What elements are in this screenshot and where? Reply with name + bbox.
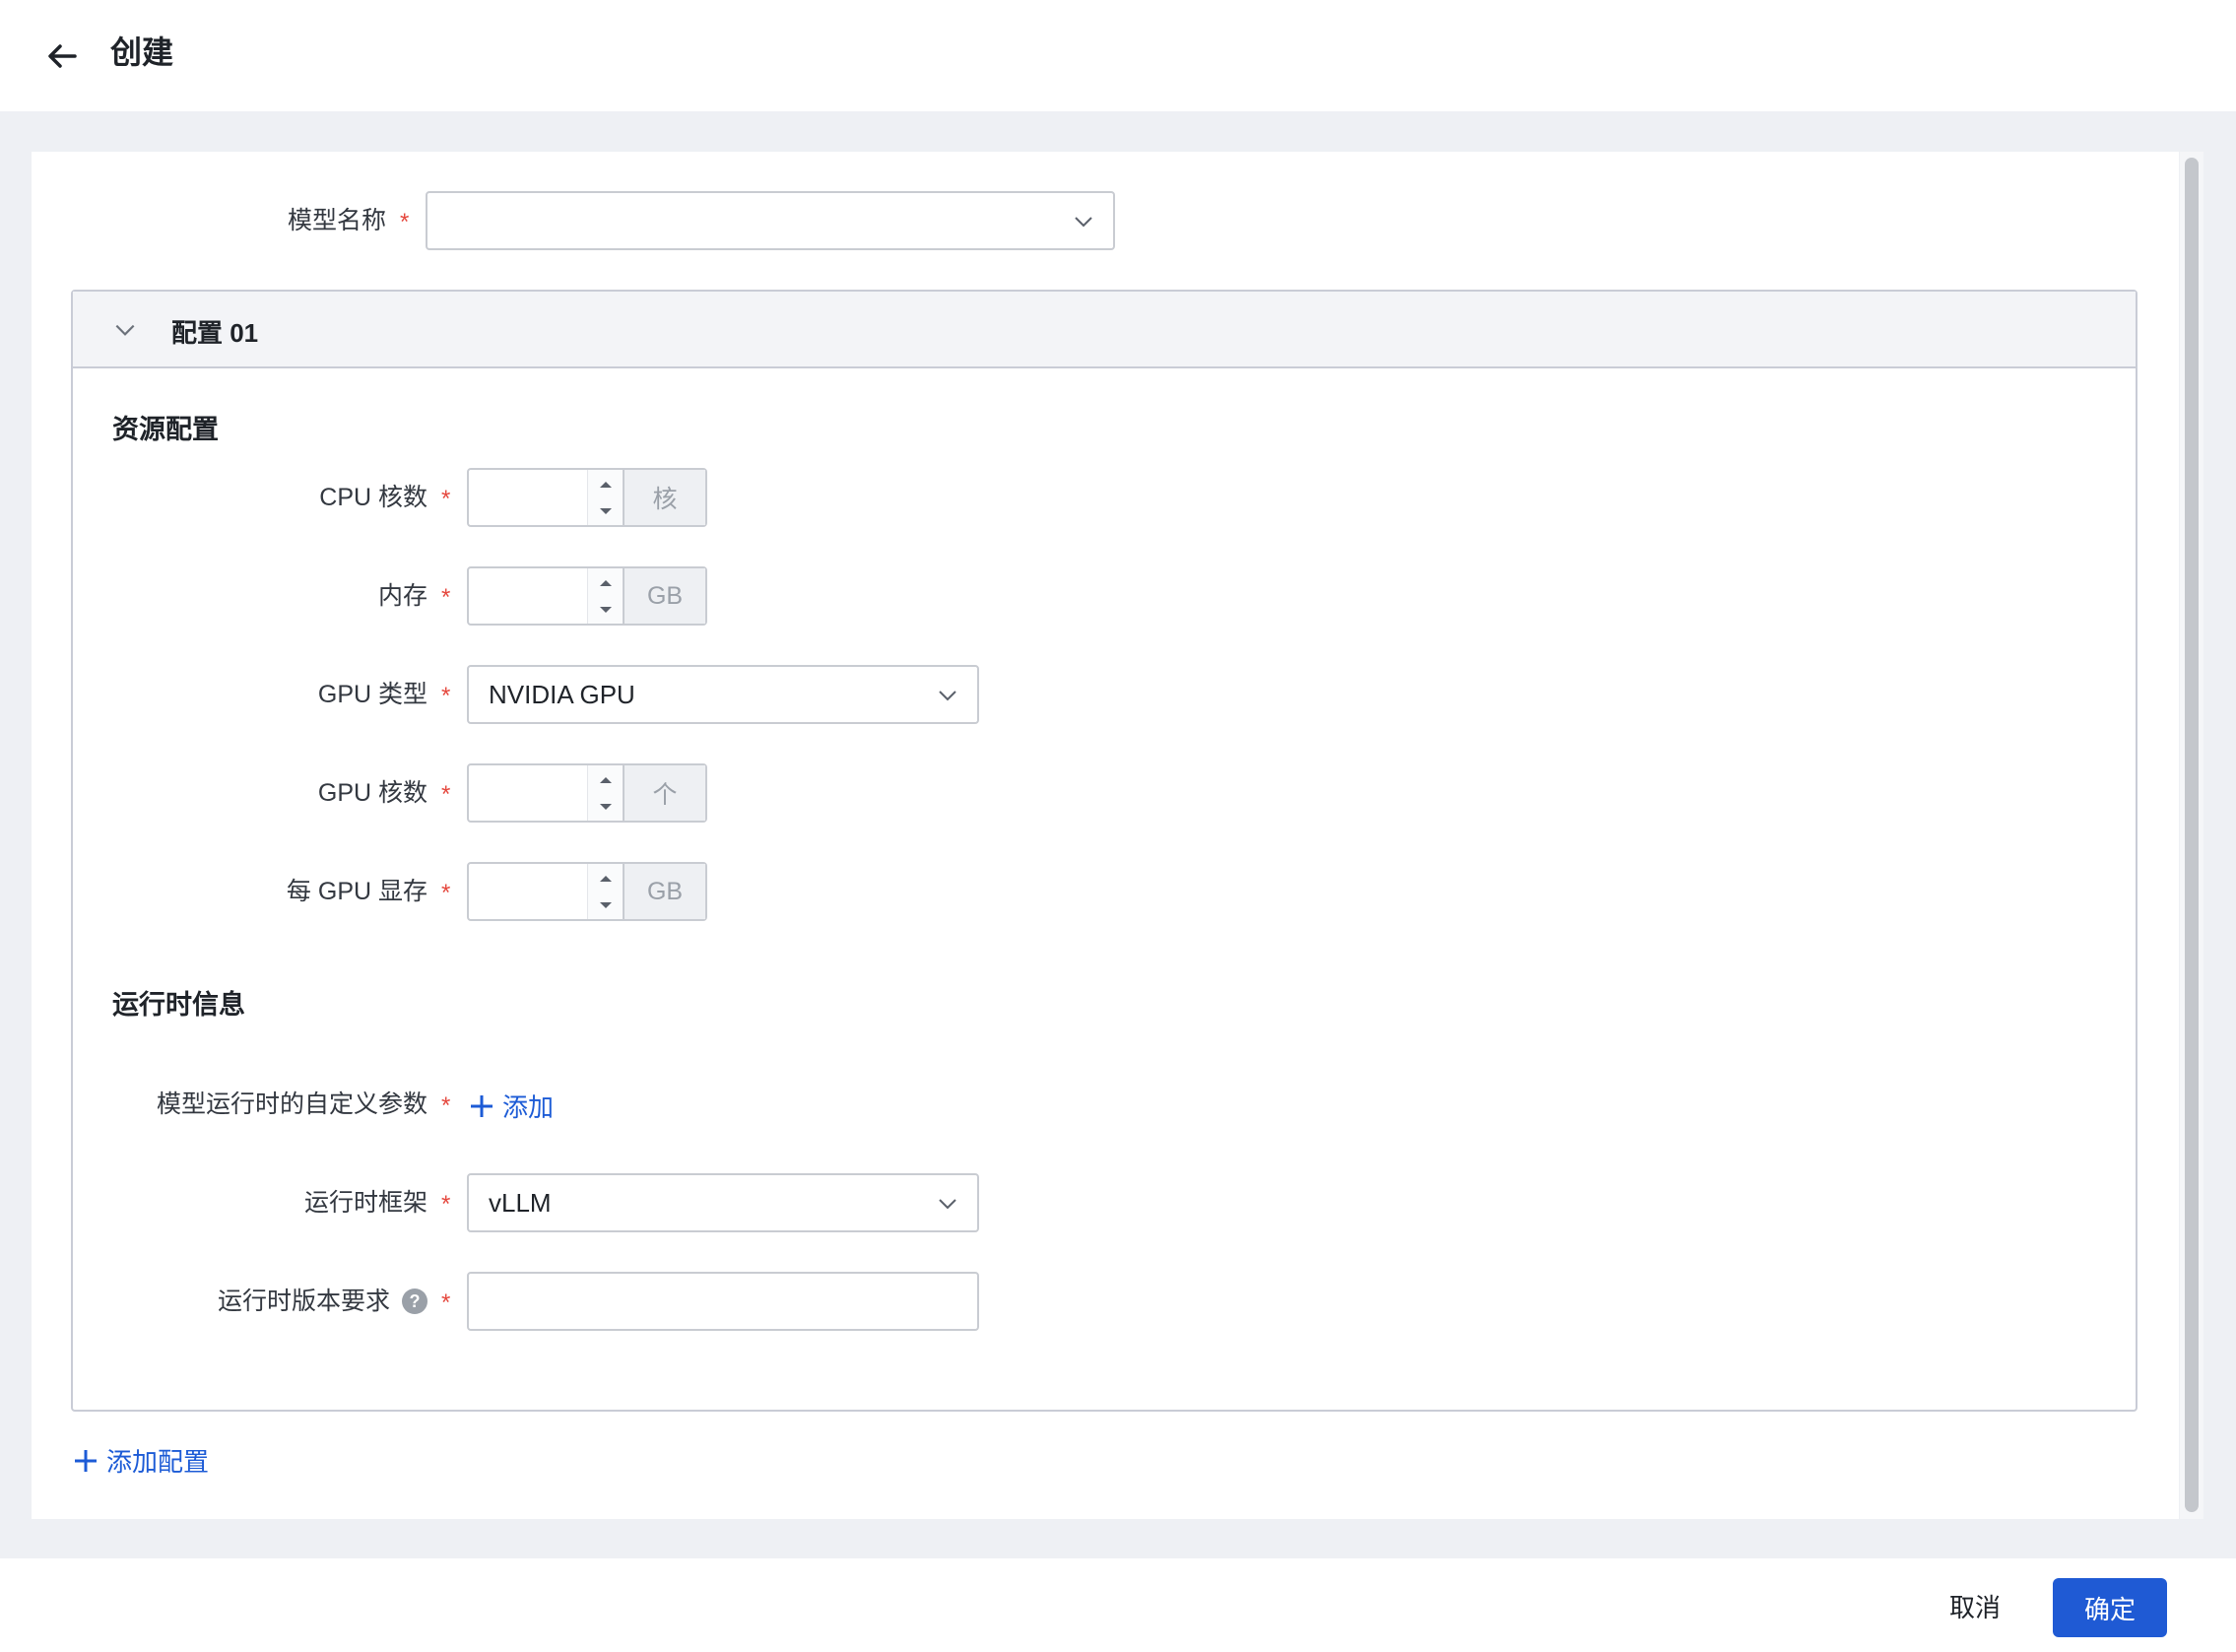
required-mark: * xyxy=(441,1191,451,1218)
runtime-version-input[interactable] xyxy=(467,1272,979,1331)
resource-section-title: 资源配置 xyxy=(112,415,219,444)
add-config-link[interactable]: 添加配置 xyxy=(73,1442,209,1479)
plus-icon xyxy=(75,1449,97,1472)
cpu-stepper-buttons[interactable] xyxy=(587,470,623,525)
gpu-cores-stepper-buttons[interactable] xyxy=(587,765,623,821)
runtime-framework-value: vLLM xyxy=(489,1187,552,1218)
decrement-button[interactable] xyxy=(588,793,623,821)
decrement-button[interactable] xyxy=(588,596,623,624)
add-param-link[interactable]: 添加 xyxy=(469,1088,554,1124)
memory-label: 内存 xyxy=(377,582,427,610)
runtime-section-title: 运行时信息 xyxy=(112,990,245,1020)
config-card: 配置 01 xyxy=(71,290,2137,1412)
caret-down-icon xyxy=(599,803,612,810)
caret-down-icon xyxy=(599,901,612,908)
plus-icon xyxy=(471,1094,493,1117)
cpu-label: CPU 核数 xyxy=(319,484,427,511)
runtime-framework-select[interactable]: vLLM xyxy=(467,1173,979,1232)
required-mark: * xyxy=(441,1289,451,1316)
model-name-label: 模型名称 xyxy=(287,207,386,234)
required-mark: * xyxy=(441,584,451,611)
top-bar: 创建 xyxy=(0,0,2236,111)
confirm-button[interactable]: 确定 xyxy=(2053,1578,2167,1637)
memory-unit: GB xyxy=(623,568,705,624)
add-config-label: 添加配置 xyxy=(106,1447,210,1477)
gpu-cores-unit: 个 xyxy=(623,765,705,821)
caret-up-icon xyxy=(599,579,612,586)
gpu-memory-stepper[interactable]: GB xyxy=(467,862,707,921)
page-title: 创建 xyxy=(110,34,174,70)
decrement-button[interactable] xyxy=(588,497,623,525)
config-title: 配置 01 xyxy=(171,318,259,348)
increment-button[interactable] xyxy=(588,568,623,596)
chevron-down-icon xyxy=(939,691,956,701)
required-mark: * xyxy=(441,683,451,709)
required-mark: * xyxy=(441,1092,451,1119)
gpu-cores-input[interactable] xyxy=(469,765,587,821)
gpu-cores-stepper[interactable]: 个 xyxy=(467,763,707,823)
gpu-type-select[interactable]: NVIDIA GPU xyxy=(467,665,979,724)
caret-up-icon xyxy=(599,776,612,783)
cpu-stepper[interactable]: 核 xyxy=(467,468,707,527)
gpu-memory-label: 每 GPU 显存 xyxy=(286,878,427,905)
chevron-down-icon xyxy=(939,1199,956,1210)
back-button[interactable] xyxy=(39,33,85,79)
memory-stepper[interactable]: GB xyxy=(467,566,707,626)
required-mark: * xyxy=(441,880,451,906)
increment-button[interactable] xyxy=(588,864,623,892)
config-header[interactable]: 配置 01 xyxy=(73,292,2136,368)
caret-down-icon xyxy=(599,606,612,613)
caret-up-icon xyxy=(599,875,612,882)
caret-up-icon xyxy=(599,481,612,488)
memory-input[interactable] xyxy=(469,568,587,624)
cpu-input[interactable] xyxy=(469,470,587,525)
gpu-type-label: GPU 类型 xyxy=(317,681,427,708)
required-mark: * xyxy=(441,486,451,512)
increment-button[interactable] xyxy=(588,470,623,497)
footer-bar xyxy=(0,1558,2236,1652)
runtime-framework-label: 运行时框架 xyxy=(303,1189,427,1217)
gpu-cores-label: GPU 核数 xyxy=(317,779,427,807)
collapse-chevron-icon[interactable] xyxy=(112,317,138,343)
runtime-version-label: 运行时版本要求 xyxy=(217,1288,390,1315)
cancel-button[interactable]: 取消 xyxy=(1931,1576,2019,1635)
scrollbar-thumb[interactable] xyxy=(2185,158,2199,1512)
arrow-left-icon xyxy=(48,44,77,68)
custom-params-label: 模型运行时的自定义参数 xyxy=(156,1090,427,1118)
gpu-type-value: NVIDIA GPU xyxy=(489,679,635,709)
caret-down-icon xyxy=(599,507,612,514)
required-mark: * xyxy=(400,209,410,235)
increment-button[interactable] xyxy=(588,765,623,793)
gpu-memory-stepper-buttons[interactable] xyxy=(587,864,623,919)
memory-stepper-buttons[interactable] xyxy=(587,568,623,624)
gpu-memory-unit: GB xyxy=(623,864,705,919)
chevron-down-icon xyxy=(1075,217,1092,228)
question-icon[interactable]: ? xyxy=(402,1289,427,1314)
add-param-label: 添加 xyxy=(502,1092,555,1122)
decrement-button[interactable] xyxy=(588,892,623,919)
cpu-unit: 核 xyxy=(623,470,705,525)
model-name-select[interactable] xyxy=(426,191,1115,250)
gpu-memory-input[interactable] xyxy=(469,864,587,919)
required-mark: * xyxy=(441,781,451,808)
